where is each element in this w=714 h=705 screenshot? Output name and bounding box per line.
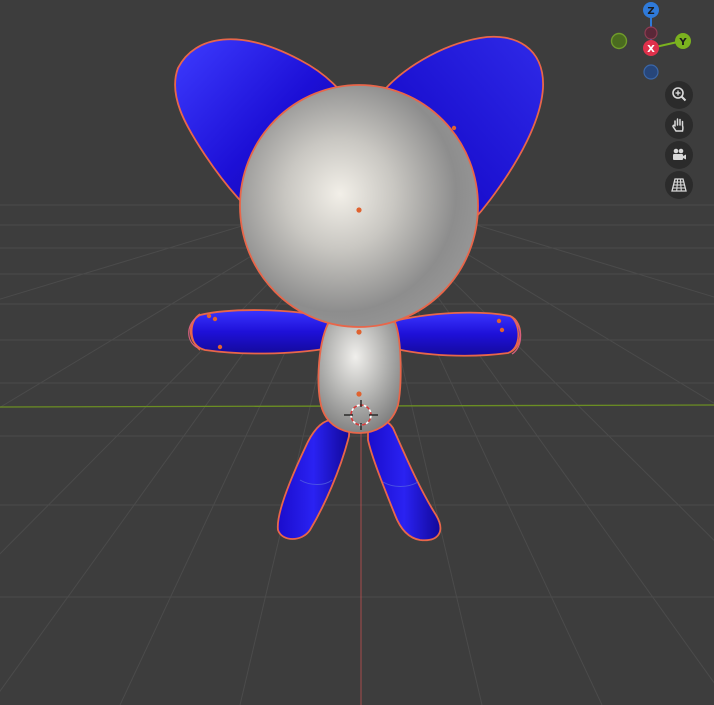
gizmo-x-axis[interactable]: X — [643, 40, 659, 56]
gizmo-z-axis[interactable]: Z — [643, 2, 659, 18]
3d-viewport[interactable]: Z Y X — [0, 0, 714, 705]
zoom-in-icon — [672, 87, 687, 102]
head-sphere[interactable] — [239, 84, 479, 328]
zoom-button[interactable] — [665, 81, 693, 109]
grid-icon — [671, 178, 687, 192]
svg-text:X: X — [647, 44, 655, 55]
svg-text:Y: Y — [678, 37, 687, 48]
right-arm[interactable] — [389, 311, 522, 357]
left-leg[interactable] — [276, 418, 350, 540]
perspective-toggle-button[interactable] — [665, 171, 693, 199]
gizmo-y-axis[interactable]: Y — [675, 33, 691, 49]
pan-button[interactable] — [665, 111, 693, 139]
camera-view-button[interactable] — [665, 141, 693, 169]
camera-icon — [673, 148, 686, 160]
navigation-gizmo[interactable]: Z Y X — [610, 2, 692, 80]
hand-icon — [672, 118, 684, 132]
svg-text:Z: Z — [647, 6, 654, 17]
